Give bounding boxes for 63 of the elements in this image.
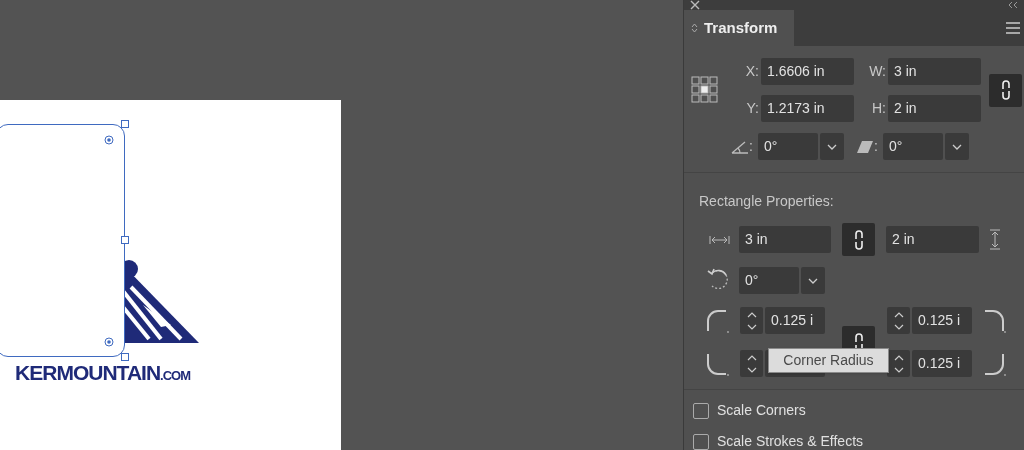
- dropdown-button[interactable]: [801, 267, 825, 294]
- field-label: X:: [744, 62, 759, 81]
- stepper-button[interactable]: [887, 350, 910, 377]
- chevron-down-icon: [808, 277, 818, 284]
- field-label: :: [749, 137, 754, 156]
- up-down-arrows-icon: [746, 354, 757, 373]
- field-label: H:: [871, 99, 886, 118]
- logo-text: KERMOUNTAIN: [15, 362, 161, 383]
- corner-radius-field[interactable]: 0.125 i: [912, 350, 972, 377]
- input-field[interactable]: 0°: [739, 267, 799, 294]
- up-down-arrows-icon: [746, 311, 757, 330]
- constrain-proportions-button[interactable]: [842, 223, 875, 256]
- corner-icon: [983, 351, 1007, 376]
- collapse-icon: [1008, 1, 1018, 9]
- input-field[interactable]: 1.6606 in: [761, 58, 854, 85]
- angle-icon: [731, 139, 749, 154]
- input-field[interactable]: 3 in: [888, 58, 981, 85]
- sort-arrows-icon: [691, 23, 698, 33]
- constrain-proportions-button[interactable]: [989, 73, 1022, 107]
- corner-icon: [706, 308, 730, 333]
- chevron-down-icon: [827, 143, 837, 150]
- chevron-down-icon: [952, 143, 962, 150]
- input-field[interactable]: 2 in: [886, 226, 979, 253]
- up-down-arrows-icon: [893, 311, 904, 330]
- corner-radius-field[interactable]: 0.125 i: [912, 307, 972, 334]
- logo-domain: .COM: [160, 369, 190, 382]
- dropdown-button[interactable]: [945, 133, 969, 160]
- shear-icon: [856, 139, 874, 154]
- stepper-button[interactable]: [887, 307, 910, 334]
- dropdown-button[interactable]: [820, 133, 844, 160]
- corner-icon: [983, 308, 1007, 333]
- close-icon: [690, 0, 700, 10]
- up-down-arrows-icon: [893, 354, 904, 373]
- checkbox-label: Scale Corners: [717, 401, 806, 420]
- stepper-button[interactable]: [740, 350, 763, 377]
- link-icon: [1000, 80, 1011, 100]
- checkbox-label: Scale Strokes & Effects: [717, 432, 864, 450]
- input-field[interactable]: 1.2173 in: [761, 95, 854, 122]
- tooltip: Corner Radius: [768, 348, 889, 373]
- section-title: Rectangle Properties:: [698, 192, 835, 211]
- panel-tab[interactable]: Transform: [684, 10, 794, 46]
- checkbox[interactable]: [693, 402, 709, 419]
- input-field[interactable]: 3 in: [739, 226, 831, 253]
- reference-point-icon[interactable]: [691, 76, 719, 104]
- height-icon: [989, 229, 1001, 250]
- field-label: W:: [868, 62, 886, 81]
- selection-handle[interactable]: [121, 236, 129, 244]
- field-label: :: [874, 137, 879, 156]
- checkbox[interactable]: [693, 433, 709, 450]
- input-field[interactable]: 0°: [758, 133, 818, 160]
- corner-radius-field[interactable]: 0.125 i: [765, 307, 825, 334]
- stepper-button[interactable]: [740, 307, 763, 334]
- input-field[interactable]: 2 in: [888, 95, 981, 122]
- width-icon: [709, 234, 730, 245]
- selection-handle[interactable]: [121, 353, 129, 361]
- selection-handle[interactable]: [121, 120, 129, 128]
- corner-widget-icon: [104, 337, 114, 347]
- corner-icon: [706, 351, 730, 376]
- menu-icon[interactable]: [1006, 22, 1020, 34]
- field-label: Y:: [745, 99, 759, 118]
- input-field[interactable]: 0°: [883, 133, 943, 160]
- corner-widget-icon: [104, 135, 114, 145]
- link-icon: [853, 229, 864, 250]
